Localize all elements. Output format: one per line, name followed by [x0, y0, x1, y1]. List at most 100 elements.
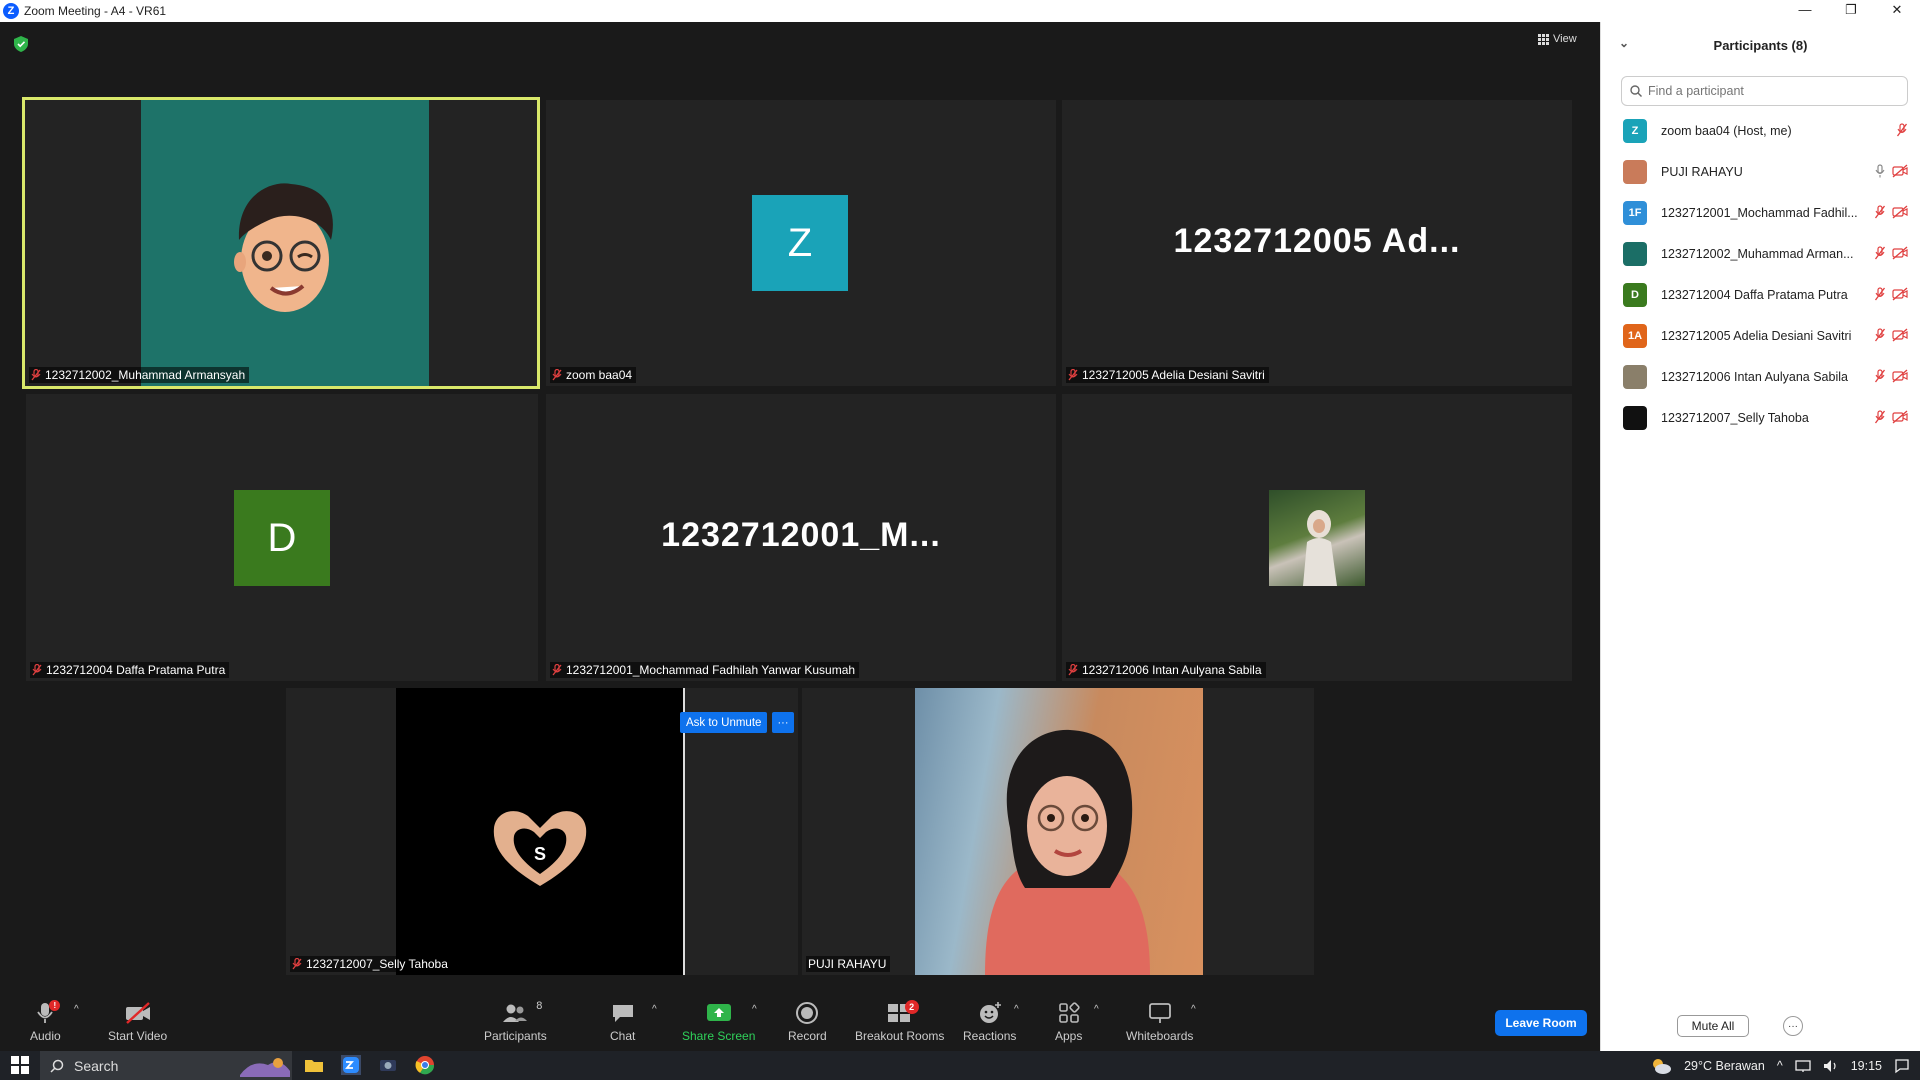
- participant-avatar: 1A: [1623, 323, 1647, 348]
- breakout-rooms-label: Breakout Rooms: [855, 1029, 945, 1043]
- tray-expand-icon[interactable]: ^: [1777, 1059, 1783, 1073]
- participant-status-icons: [1874, 164, 1908, 178]
- muted-mic-icon: [1896, 123, 1908, 137]
- whiteboards-button[interactable]: Whiteboards: [1126, 1000, 1193, 1043]
- apps-button[interactable]: Apps: [1055, 1000, 1082, 1043]
- share-screen-button[interactable]: Share Screen: [682, 1000, 755, 1043]
- weather-text[interactable]: 29°C Berawan: [1684, 1059, 1765, 1073]
- record-button[interactable]: Record: [788, 1000, 827, 1043]
- window-title: Zoom Meeting - A4 - VR61: [24, 4, 167, 18]
- participant-name: 1232712005 Adelia Desiani Savitri: [1661, 328, 1852, 343]
- windows-taskbar: Search 29°C Berawan ^ 19:15: [0, 1051, 1920, 1080]
- video-tile-intan[interactable]: 1232712006 Intan Aulyana Sabila: [1062, 394, 1572, 681]
- chat-button[interactable]: Chat: [610, 1000, 635, 1043]
- panel-footer: Mute All ···: [1601, 1001, 1920, 1051]
- participant-name: 1232712001_Mochammad Fadhil...: [1661, 205, 1858, 220]
- ask-to-unmute-button[interactable]: Ask to Unmute: [680, 712, 768, 733]
- participant-row[interactable]: PUJI RAHAYU: [1601, 151, 1920, 192]
- file-explorer-icon[interactable]: [304, 1055, 324, 1075]
- audio-warning-badge: !: [49, 1000, 61, 1011]
- panel-more-button[interactable]: ···: [1783, 1016, 1803, 1036]
- participant-avatar: [1623, 241, 1647, 266]
- video-off-icon: [1892, 164, 1908, 178]
- video-off-icon: [125, 1002, 150, 1024]
- camera-app-icon[interactable]: [378, 1055, 398, 1075]
- video-tile-daffa[interactable]: D 1232712004 Daffa Pratama Putra: [26, 394, 538, 681]
- breakout-rooms-badge: 2: [904, 1000, 919, 1014]
- volume-icon[interactable]: [1823, 1059, 1839, 1073]
- muted-mic-icon: [1068, 369, 1078, 381]
- share-options-caret-icon[interactable]: ^: [752, 1004, 757, 1015]
- chrome-icon[interactable]: [415, 1055, 435, 1075]
- participant-search[interactable]: [1621, 76, 1908, 106]
- avatar-photo: [1269, 490, 1365, 586]
- participant-row[interactable]: 1A 1232712005 Adelia Desiani Savitri: [1601, 315, 1920, 356]
- video-off-icon: [1892, 369, 1908, 383]
- video-tile-adelia[interactable]: 1232712005 Ad... 1232712005 Adelia Desia…: [1062, 100, 1572, 386]
- avatar-initial-tile: Z: [752, 195, 848, 291]
- clock-time[interactable]: 19:15: [1851, 1059, 1882, 1073]
- tile-name-text: 1232712002_Muhammad Armansyah: [45, 368, 246, 382]
- chat-icon: [612, 1005, 633, 1022]
- whiteboards-options-caret-icon[interactable]: ^: [1191, 1004, 1196, 1015]
- system-tray: 29°C Berawan ^ 19:15: [1650, 1051, 1910, 1080]
- audio-options-caret-icon[interactable]: ^: [74, 1004, 79, 1015]
- microphone-icon: [1875, 164, 1885, 178]
- view-button[interactable]: View: [1538, 33, 1577, 45]
- video-off-icon: [1892, 205, 1908, 219]
- participant-search-input[interactable]: [1648, 84, 1888, 98]
- video-tile-puji[interactable]: PUJI RAHAYU: [802, 688, 1314, 975]
- memoji-face-icon: [234, 183, 333, 312]
- start-video-button[interactable]: Start Video: [108, 1000, 167, 1043]
- chat-options-caret-icon[interactable]: ^: [652, 1004, 657, 1015]
- whiteboard-icon: [1148, 1003, 1171, 1023]
- zoom-logo-icon: Z: [3, 3, 19, 19]
- participant-name-label: 1232712007_Selly Tahoba: [290, 956, 452, 972]
- video-off-icon: [1892, 410, 1908, 424]
- participant-name-label: 1232712004 Daffa Pratama Putra: [30, 662, 230, 678]
- search-icon: [50, 1059, 64, 1073]
- participant-name: 1232712002_Muhammad Arman...: [1661, 246, 1854, 261]
- share-screen-label: Share Screen: [682, 1029, 756, 1043]
- grid-view-icon: [1538, 33, 1549, 45]
- participant-name-label: 1232712005 Adelia Desiani Savitri: [1066, 367, 1269, 383]
- muted-mic-icon: [1874, 410, 1886, 424]
- network-icon[interactable]: [1795, 1059, 1811, 1073]
- video-tile-armansyah[interactable]: 1232712002_Muhammad Armansyah: [22, 97, 540, 389]
- participant-status-icons: [1874, 246, 1908, 260]
- apps-options-caret-icon[interactable]: ^: [1094, 1004, 1099, 1015]
- zoom-taskbar-icon[interactable]: [341, 1055, 361, 1075]
- participant-name: 1232712006 Intan Aulyana Sabila: [1661, 369, 1848, 384]
- participant-row[interactable]: D 1232712004 Daffa Pratama Putra: [1601, 274, 1920, 315]
- avatar-initial-tile: D: [234, 490, 330, 586]
- restore-button[interactable]: ❐: [1828, 0, 1874, 22]
- participant-name-label: 1232712006 Intan Aulyana Sabila: [1066, 662, 1266, 678]
- security-shield-icon[interactable]: [14, 36, 28, 52]
- tile-more-options-button[interactable]: ···: [772, 712, 794, 733]
- participant-row[interactable]: Zzoom baa04 (Host, me): [1601, 110, 1920, 151]
- minimize-button[interactable]: —: [1782, 0, 1828, 22]
- share-screen-icon: [706, 1004, 731, 1021]
- reactions-button[interactable]: Reactions: [963, 1000, 1016, 1043]
- video-tile-fadhilah[interactable]: 1232712001_M... 1232712001_Mochammad Fad…: [546, 394, 1056, 681]
- breakout-rooms-button[interactable]: 2 Breakout Rooms: [855, 1000, 944, 1043]
- participants-button[interactable]: 8 Participants: [484, 1000, 547, 1043]
- participant-row[interactable]: 1232712007_Selly Tahoba: [1601, 397, 1920, 438]
- taskbar-search[interactable]: Search: [40, 1051, 292, 1080]
- windows-start-icon[interactable]: [10, 1055, 30, 1075]
- participant-row[interactable]: 1F 1232712001_Mochammad Fadhil...: [1601, 192, 1920, 233]
- participant-row[interactable]: 1232712002_Muhammad Arman...: [1601, 233, 1920, 274]
- participant-status-icons: [1874, 328, 1908, 342]
- notification-center-icon[interactable]: [1894, 1058, 1910, 1074]
- participants-icon: [503, 1004, 528, 1022]
- audio-button[interactable]: ! Audio: [30, 1000, 61, 1043]
- mute-all-button[interactable]: Mute All: [1677, 1015, 1749, 1037]
- close-button[interactable]: ✕: [1874, 0, 1920, 22]
- participant-status-icons: [1874, 369, 1908, 383]
- collapse-chevron-icon[interactable]: ⌄: [1619, 36, 1629, 50]
- tile-name-text: zoom baa04: [566, 368, 633, 382]
- leave-room-button[interactable]: Leave Room: [1495, 1010, 1587, 1036]
- reactions-options-caret-icon[interactable]: ^: [1014, 1004, 1019, 1015]
- participant-row[interactable]: 1232712006 Intan Aulyana Sabila: [1601, 356, 1920, 397]
- video-tile-zoom-baa04[interactable]: Z zoom baa04: [546, 100, 1056, 386]
